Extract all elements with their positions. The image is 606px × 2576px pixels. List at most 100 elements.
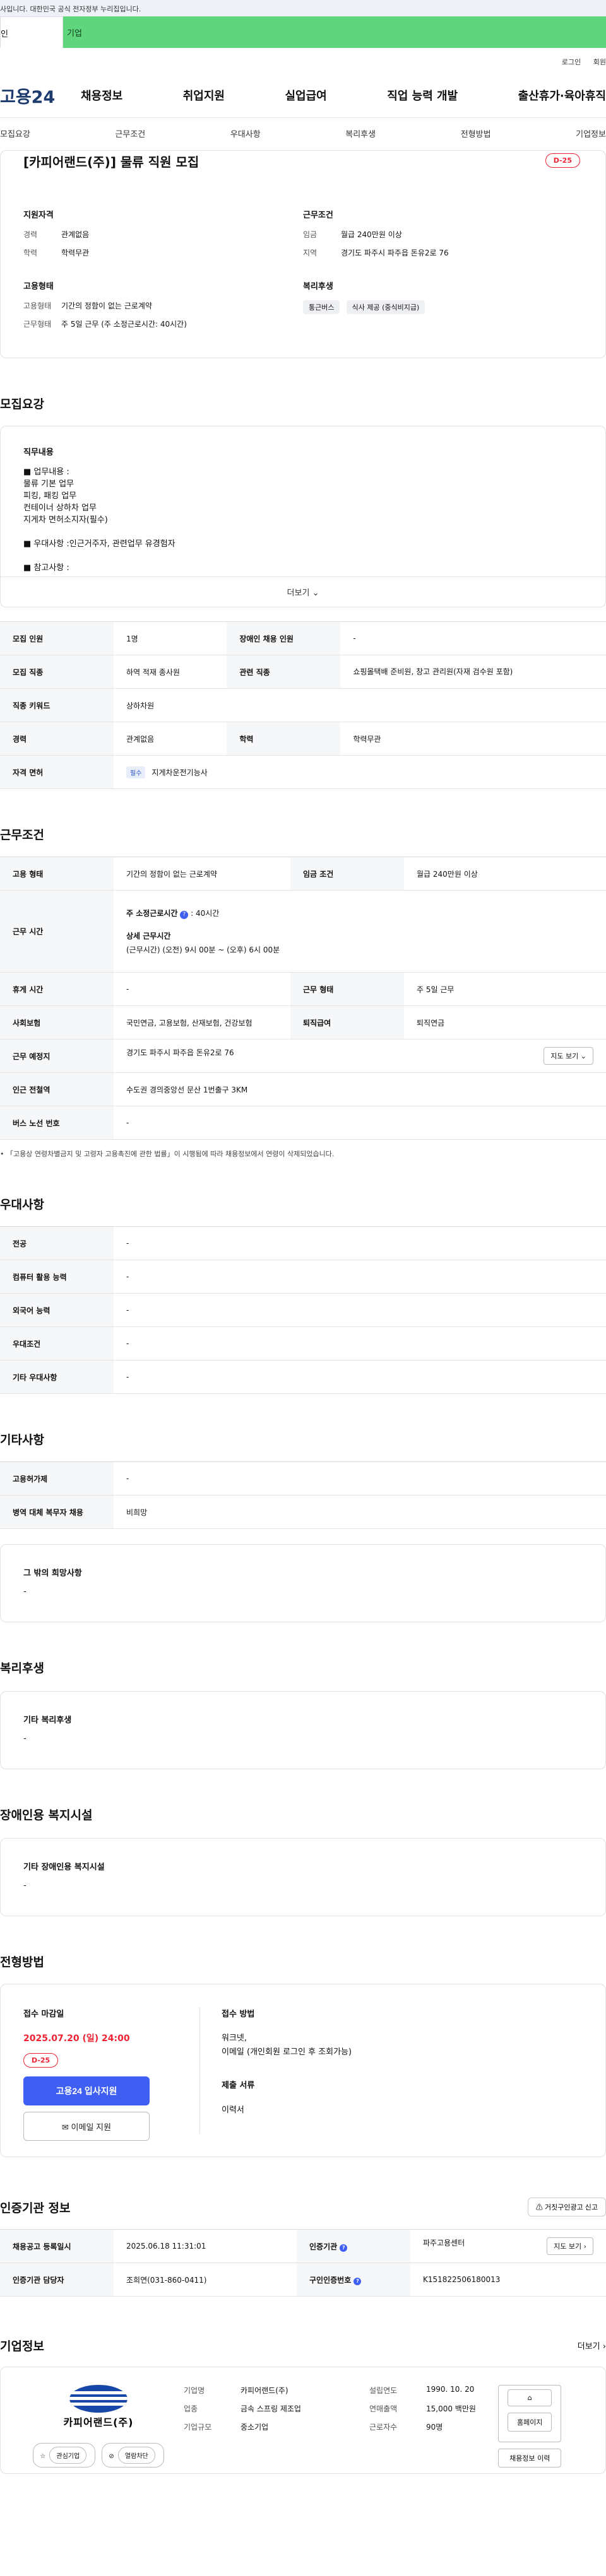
table-row: 우대조건 -: [0, 1326, 606, 1361]
company-card: 카피어랜드(주) ☆ 관심기업 ⊘ 열람차단 기업명 카피어랜드(주) 업종 금속 …: [0, 2367, 606, 2474]
mail-icon: ✉: [62, 2122, 69, 2132]
box-value: -: [23, 1734, 27, 1743]
table-row: 고용 형태 기간의 정함이 없는 근로계약 임금 조건 월급 240만원 이상: [0, 857, 606, 891]
report-fake-ad-button[interactable]: ⚠ 거짓구인광고 신고: [527, 2198, 606, 2216]
label: 학력: [227, 722, 341, 756]
work-address: 경기도 파주시 파주읍 돈유2로 76: [126, 1048, 234, 1057]
detail-hours-label: 상세 근무시간: [126, 931, 171, 940]
apply-button[interactable]: 고용24 입사지원: [23, 2076, 150, 2105]
duty-line: 피킹, 패킹 업무: [23, 491, 77, 501]
tab-individual[interactable]: 인: [0, 16, 63, 48]
license-value: 지게차운전기능사: [152, 768, 208, 777]
more-button[interactable]: 더보기 ⌄: [1, 577, 605, 607]
utility-links: 로그인 회원: [0, 48, 606, 73]
qualification-title: 지원자격: [23, 211, 54, 220]
agency-map-button[interactable]: 지도 보기 ›: [547, 2237, 593, 2255]
value: 중소기업: [241, 2423, 269, 2432]
weekly-hours-label: 주 소정근로시간: [126, 908, 178, 918]
value: K151822506180013: [410, 2263, 606, 2297]
gnb-vocational-training[interactable]: 직업 능력 개발: [387, 87, 458, 103]
subnav-work-conditions[interactable]: 근무조건: [115, 127, 145, 139]
value: -: [114, 1260, 606, 1294]
homepage-button[interactable]: ⌂ 홈페이지: [498, 2385, 562, 2442]
label: 인근 전철역: [0, 1072, 114, 1106]
value: 국민연금, 고용보험, 산재보험, 건강보험: [114, 1005, 290, 1039]
label: 고용허가제: [0, 1461, 114, 1496]
favorite-company-button[interactable]: ☆ 관심기업: [33, 2443, 96, 2468]
label: 근무 형태: [290, 972, 404, 1006]
value: -: [114, 1360, 606, 1394]
block-view-button[interactable]: ⊘ 열람차단: [102, 2443, 164, 2468]
label: 기업규모: [184, 2423, 212, 2432]
table-row: 경력 관계없음 학력 학력무관: [0, 722, 606, 756]
agency-section-title: 인증기관 정보: [0, 2201, 71, 2215]
gnb-employment-support[interactable]: 취업지원: [183, 87, 225, 103]
agency-header: 인증기관 정보 ⚠ 거짓구인광고 신고: [0, 2198, 606, 2216]
label: 인증기관 담당자: [0, 2263, 114, 2297]
conditions-title: 근무조건: [303, 211, 333, 220]
job-history-button[interactable]: 채용정보 이력: [498, 2449, 562, 2468]
label: 모집 직종: [0, 655, 114, 689]
gnb-jobs[interactable]: 채용정보: [81, 87, 122, 103]
gnb-parental-leave[interactable]: 출산휴가·육아휴직: [518, 87, 606, 103]
label: 지역: [303, 249, 318, 257]
login-link[interactable]: 로그인: [562, 58, 581, 66]
tab-company[interactable]: 기업: [63, 16, 606, 48]
info-icon[interactable]: ?: [354, 2277, 362, 2285]
employment-type-title: 고용형태: [23, 282, 54, 291]
value: 주 소정근로시간 ? : 40시간 상세 근무시간 (근무시간) (오전) 9시…: [114, 890, 606, 973]
label: 고용형태: [23, 302, 52, 310]
table-row: 컴퓨터 활용 능력 -: [0, 1260, 606, 1294]
value: 파주고용센터 지도 보기 ›: [410, 2229, 606, 2263]
company-more-link[interactable]: 더보기 ›: [578, 2339, 606, 2351]
label: 임금: [303, 230, 318, 239]
email-apply-button[interactable]: ✉ 이메일 지원: [23, 2112, 150, 2141]
site-logo[interactable]: 고용24: [0, 83, 81, 108]
label: 근무형태: [23, 320, 52, 329]
subnav-company[interactable]: 기업정보: [576, 127, 606, 139]
label: 모집 인원: [0, 621, 114, 655]
label: 컴퓨터 활용 능력: [0, 1260, 114, 1294]
disabled-box: 기타 장애인용 복지시설 -: [0, 1838, 606, 1916]
job-summary-card: [카피어랜드(주)] 물류 직원 모집 D-25 지원자격 경력 관계없음 학력 학…: [0, 150, 606, 358]
label: 버스 노선 번호: [0, 1106, 114, 1140]
recruit-table: 모집 인원 1명 장애인 채용 인원 - 모집 직종 하역 적재 종사원 관련 …: [0, 621, 606, 789]
value: 경기도 파주시 파주읍 돈유2로 76: [341, 249, 449, 257]
map-view-button[interactable]: 지도 보기 ⌄: [544, 1047, 593, 1065]
duty-line: ■ 우대사항 :인근거주자, 관련업무 유경험자: [23, 539, 175, 549]
subnav-welfare[interactable]: 복리후생: [345, 127, 376, 139]
detail-hours-value: (근무시간) (오전) 9시 00분 ~ (오후) 6시 00분: [126, 945, 280, 954]
box-title: 기타 복리후생: [23, 1716, 72, 1725]
deadline-value: 2025.07.20 (일) 24:00: [23, 2034, 130, 2044]
table-row: 모집 직종 하역 적재 종사원 관련 직종 쇼핑몰택배 준비원, 창고 관리원(…: [0, 655, 606, 689]
value: 카피어랜드(주): [241, 2386, 288, 2395]
table-row: 고용허가제 -: [0, 1461, 606, 1496]
value: 경기도 파주시 파주읍 돈유2로 76 지도 보기 ⌄: [114, 1039, 606, 1073]
info-icon[interactable]: ?: [340, 2244, 348, 2252]
weekly-hours-value: : 40시간: [191, 908, 220, 918]
value: 쇼핑몰택배 준비원, 창고 관리원(자재 검수원 포함): [340, 655, 606, 689]
label: 채용공고 등록일시: [0, 2229, 114, 2263]
label: 관련 직종: [227, 655, 341, 689]
gnb-unemployment-benefit[interactable]: 실업급여: [285, 87, 327, 103]
value: -: [340, 621, 606, 655]
info-icon[interactable]: ?: [180, 910, 189, 919]
disabled-section-title: 장애인용 복지시설: [0, 1808, 93, 1822]
label: 병역 대체 복무자 채용: [0, 1495, 114, 1529]
table-row: 휴게 시간 - 근무 형태 주 5일 근무: [0, 972, 606, 1006]
duty-line: 지게차 면허소지자(필수): [23, 515, 108, 525]
label: 자격 면허: [0, 755, 114, 789]
subnav-preference[interactable]: 우대사항: [230, 127, 261, 139]
box-title: 그 밖의 희망사항: [23, 1569, 82, 1578]
subnav-selection[interactable]: 전형방법: [461, 127, 491, 139]
subnav-recruit[interactable]: 모집요강: [0, 127, 30, 139]
chevron-down-icon: ⌄: [312, 588, 319, 598]
value: 학력무관: [61, 249, 90, 257]
label: 기업명: [184, 2386, 205, 2395]
label: 연매출액: [369, 2404, 398, 2413]
label: 외국어 능력: [0, 1293, 114, 1327]
value: 1990. 10. 20: [426, 2385, 475, 2394]
benefit-section-title: 복리후생: [0, 1661, 44, 1675]
signup-link[interactable]: 회원: [593, 58, 606, 66]
table-row: 사회보험 국민연금, 고용보험, 산재보험, 건강보험 퇴직급여 퇴직연금: [0, 1005, 606, 1039]
